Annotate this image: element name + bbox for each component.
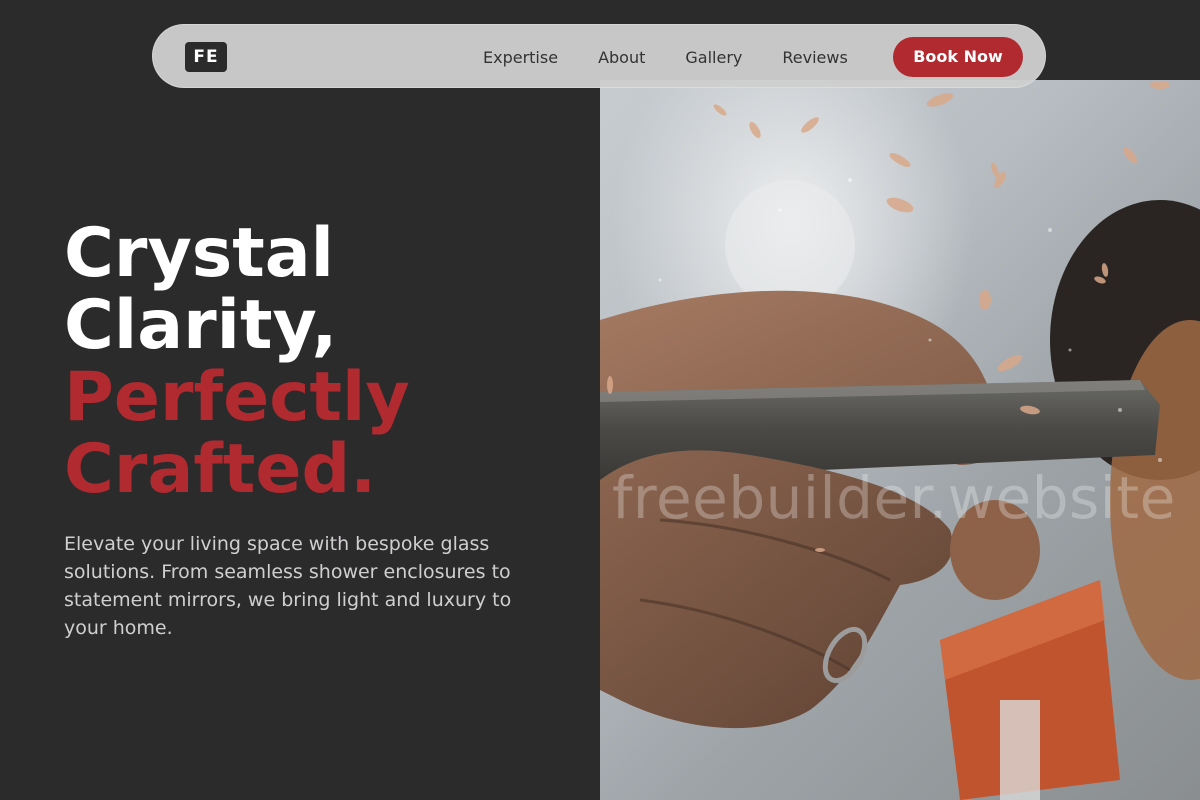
nav-links: Expertise About Gallery Reviews — [483, 25, 848, 89]
nav-link-about[interactable]: About — [598, 48, 645, 67]
headline-line-1: Crystal — [64, 214, 334, 293]
nav-link-expertise[interactable]: Expertise — [483, 48, 558, 67]
craftsman-photo — [600, 80, 1200, 800]
headline-line-2: Clarity, — [64, 286, 338, 365]
page: freebuilder.website FE Expertise About G… — [0, 0, 1200, 800]
logo[interactable]: FE — [185, 42, 227, 72]
book-now-button[interactable]: Book Now — [893, 37, 1023, 77]
navbar: FE Expertise About Gallery Reviews Book … — [152, 24, 1046, 88]
hero-image: freebuilder.website — [600, 80, 1200, 800]
headline-accent-line-1: Perfectly — [64, 358, 410, 437]
nav-link-gallery[interactable]: Gallery — [685, 48, 742, 67]
hero-description: Elevate your living space with bespoke g… — [64, 533, 512, 639]
headline-accent-line-2: Crafted. — [64, 430, 377, 509]
nav-link-reviews[interactable]: Reviews — [782, 48, 847, 67]
hero-headline: Crystal Clarity, Perfectly Crafted. — [64, 218, 410, 506]
